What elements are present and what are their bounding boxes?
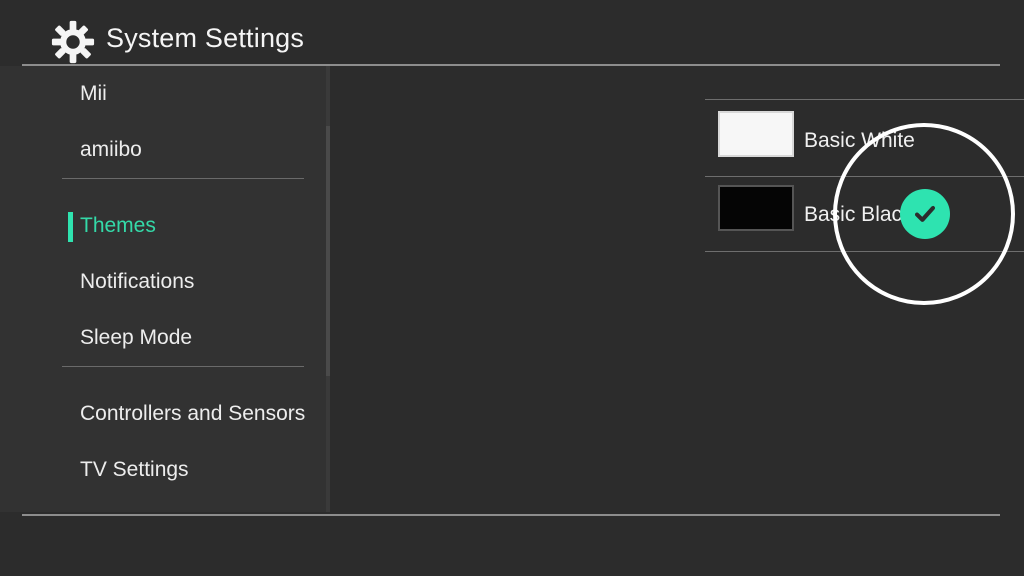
theme-option-basic-white[interactable]: Basic White xyxy=(705,103,1024,179)
sidebar-item-label: Notifications xyxy=(80,270,194,294)
theme-list-divider xyxy=(705,99,1024,100)
sidebar-item-mii[interactable]: Mii xyxy=(0,66,330,122)
sidebar-item-controllers-and-sensors[interactable]: Controllers and Sensors xyxy=(0,386,330,442)
sidebar-item-amiibo[interactable]: amiibo xyxy=(0,122,330,178)
check-icon xyxy=(910,199,940,229)
gear-icon xyxy=(50,19,96,65)
sidebar-divider xyxy=(62,366,304,367)
sidebar-item-label: Controllers and Sensors xyxy=(80,402,305,426)
theme-label: Basic Black xyxy=(804,203,913,227)
sidebar-item-tv-settings[interactable]: TV Settings xyxy=(0,442,330,498)
sidebar-divider xyxy=(62,178,304,179)
theme-swatch xyxy=(718,111,794,157)
settings-sidebar[interactable]: Mii amiibo Themes Notifications Sleep Mo… xyxy=(0,66,330,512)
sidebar-item-label: TV Settings xyxy=(80,458,189,482)
sidebar-item-sleep-mode[interactable]: Sleep Mode xyxy=(0,310,330,366)
selected-check-badge xyxy=(900,189,950,239)
system-settings-screen: System Settings Mii amiibo Themes Notifi… xyxy=(0,0,1024,576)
sidebar-item-label: Sleep Mode xyxy=(80,326,192,350)
theme-label: Basic White xyxy=(804,129,915,153)
sidebar-item-themes[interactable]: Themes xyxy=(0,198,330,254)
sidebar-item-notifications[interactable]: Notifications xyxy=(0,254,330,310)
theme-list-divider xyxy=(705,251,1024,252)
sidebar-item-label: amiibo xyxy=(80,138,142,162)
themes-panel: Basic White Basic Black xyxy=(330,66,1024,512)
footer-bar: B Back A OK xyxy=(0,516,1024,576)
header-bar: System Settings xyxy=(0,0,1024,62)
theme-option-basic-black[interactable]: Basic Black xyxy=(705,177,1024,253)
theme-swatch xyxy=(718,185,794,231)
sidebar-item-label: Mii xyxy=(80,82,107,106)
page-title: System Settings xyxy=(106,23,304,54)
sidebar-item-label: Themes xyxy=(80,214,156,238)
sidebar-selection-accent xyxy=(68,212,73,242)
